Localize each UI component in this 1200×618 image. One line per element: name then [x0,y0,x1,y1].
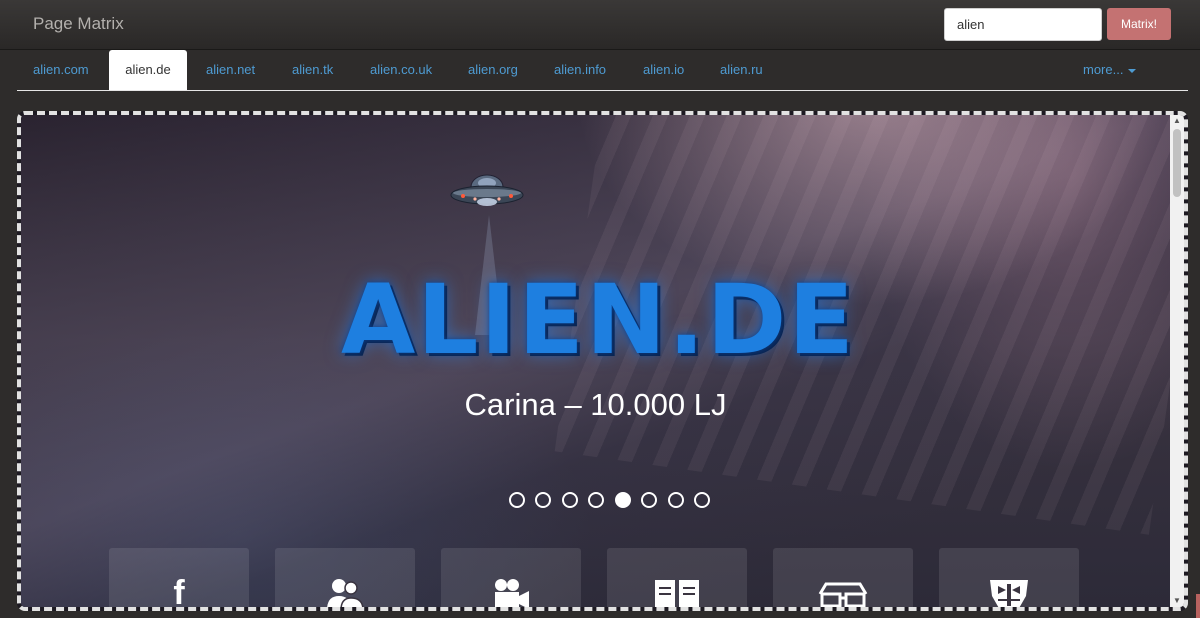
scroll-up-icon[interactable]: ▲ [1170,115,1184,127]
domain-tabs: alien.com alien.de alien.net alien.tk al… [17,50,1188,91]
tile-transformers[interactable] [939,548,1079,607]
slide-dot-7[interactable] [667,491,684,508]
facebook-icon: f [173,574,185,611]
brand-title[interactable]: Page Matrix [33,14,124,34]
preview-scrollbar[interactable]: ▲ ▼ [1170,115,1184,607]
matrix-button[interactable]: Matrix! [1107,8,1171,40]
slide-indicators [509,491,716,508]
slide-dot-6[interactable] [641,491,658,508]
scroll-down-icon[interactable]: ▼ [1170,595,1184,607]
ufo-icon [450,174,524,206]
tab-alien-net[interactable]: alien.net [206,50,255,90]
slide-dot-1[interactable] [509,491,525,508]
video-camera-icon [495,579,529,607]
site-logo: ALIEN.DE [341,264,856,376]
corner-indicator [1196,594,1200,618]
slide-dot-3[interactable] [561,491,578,508]
page-preview-frame[interactable]: ALIEN.DE Carina – 10.000 LJ f ▲ ▼ [17,111,1188,611]
slide-dot-2[interactable] [535,491,552,508]
tab-alien-io[interactable]: alien.io [643,50,684,90]
tab-alien-co-uk[interactable]: alien.co.uk [370,50,432,90]
3d-glasses-icon [818,582,868,607]
tab-alien-tk[interactable]: alien.tk [292,50,333,90]
tile-facebook[interactable]: f [109,548,249,611]
slide-dot-5[interactable] [614,491,631,508]
top-navbar: Page Matrix Matrix! [0,0,1200,50]
transformers-icon [990,580,1028,607]
tab-alien-info[interactable]: alien.info [554,50,606,90]
search-input[interactable] [944,8,1102,41]
more-label: more... [1083,62,1124,77]
tile-video[interactable] [441,548,581,607]
tile-users[interactable] [275,548,415,607]
caret-down-icon [1128,68,1137,73]
tab-alien-org[interactable]: alien.org [468,50,518,90]
slide-caption: Carina – 10.000 LJ [464,387,727,422]
scroll-thumb[interactable] [1173,129,1181,197]
slide-dot-4[interactable] [588,491,605,508]
tab-alien-com[interactable]: alien.com [33,50,89,90]
tab-alien-de[interactable]: alien.de [109,50,187,90]
tile-book[interactable] [607,548,747,607]
book-icon [655,580,699,607]
tab-alien-ru[interactable]: alien.ru [720,50,763,90]
more-dropdown[interactable]: more... [1083,50,1137,90]
users-icon [327,579,364,607]
hero-background: ALIEN.DE Carina – 10.000 LJ f [21,115,1184,611]
slide-dot-8[interactable] [694,491,711,508]
tile-3d-glasses[interactable] [773,548,913,607]
